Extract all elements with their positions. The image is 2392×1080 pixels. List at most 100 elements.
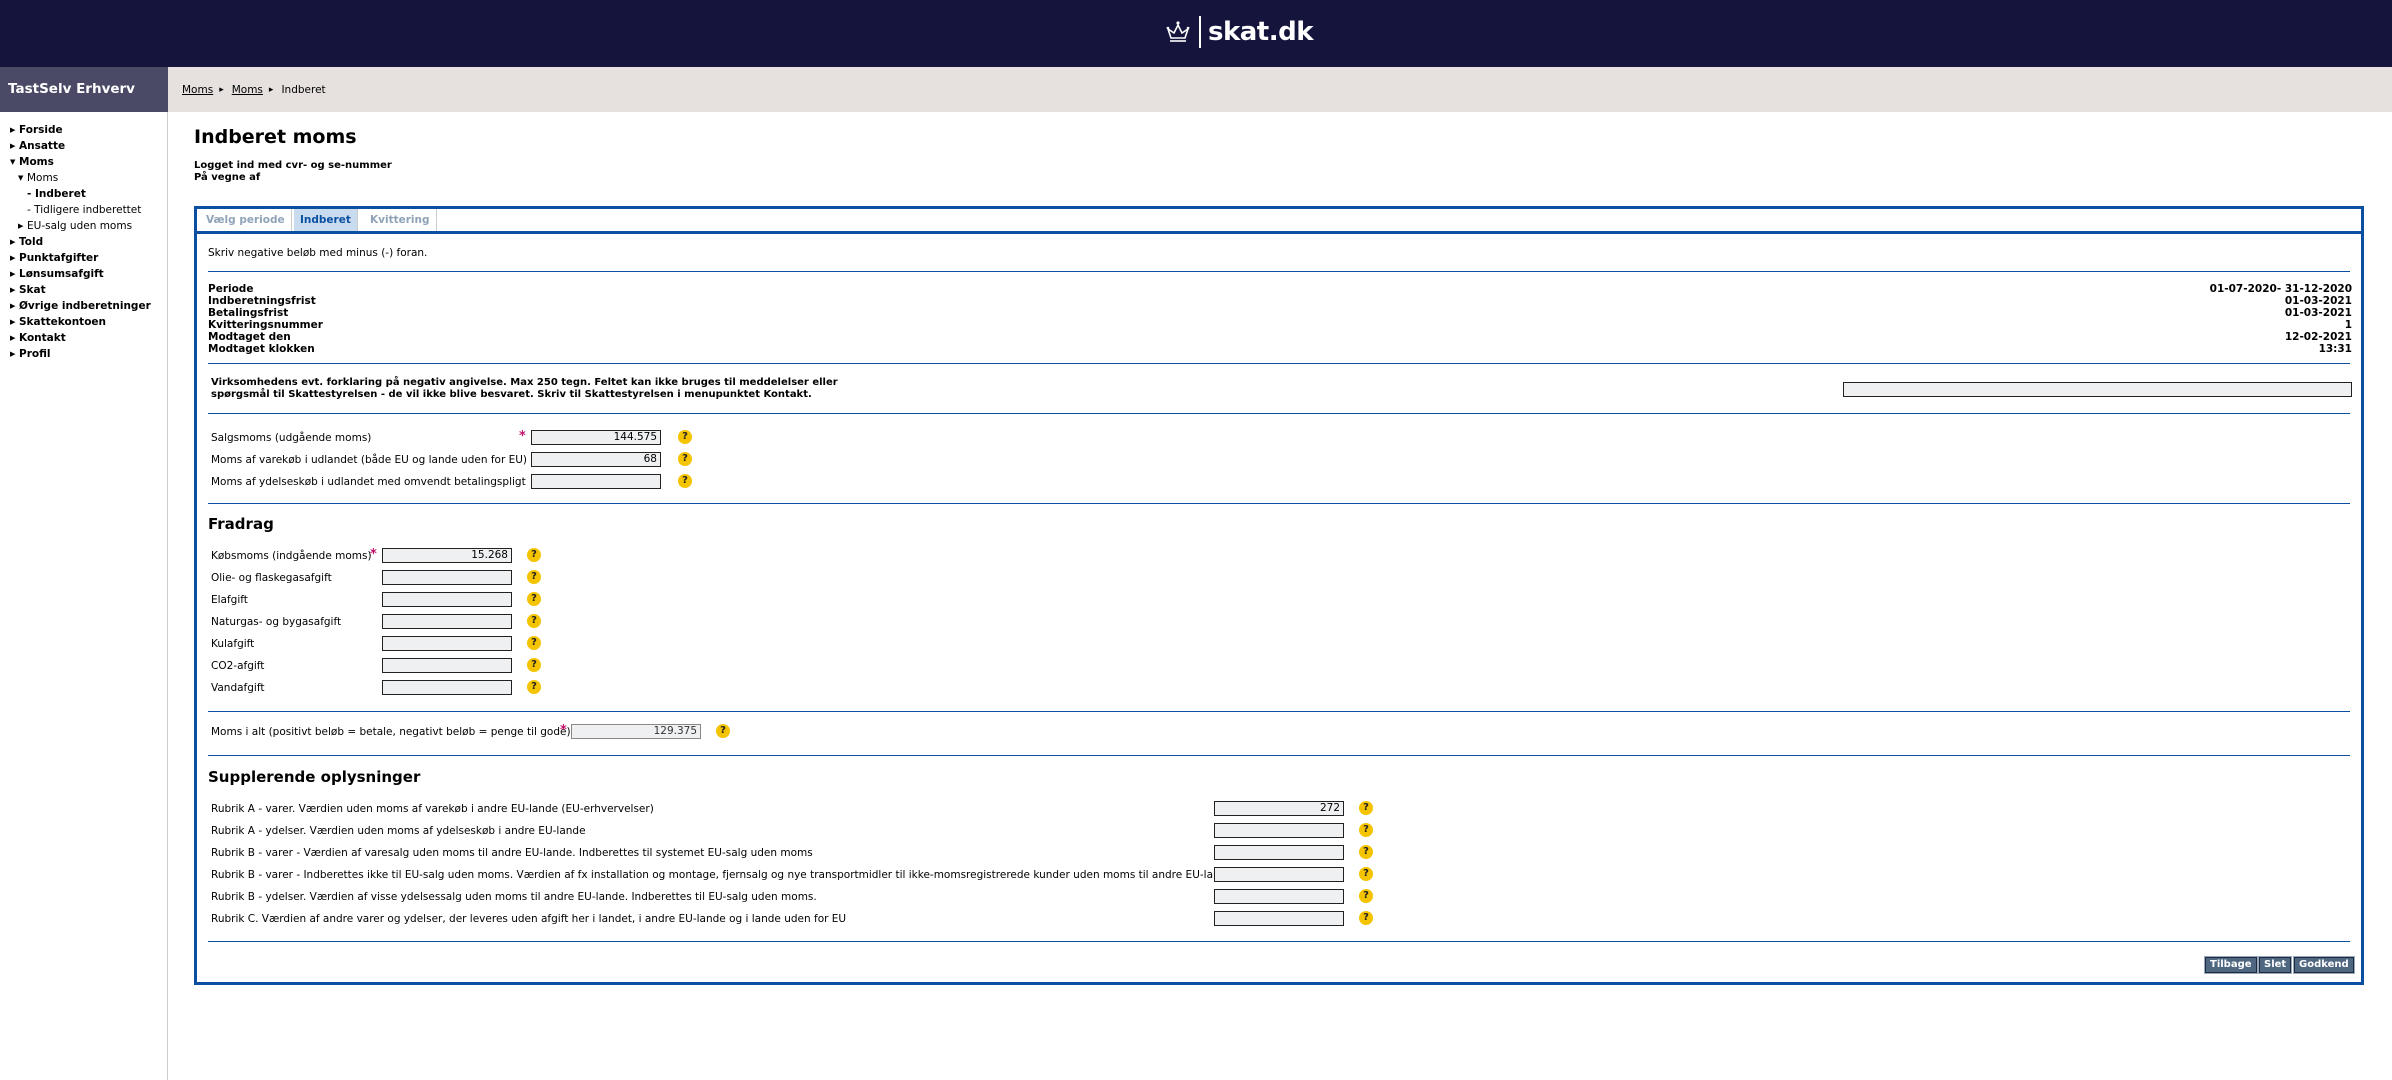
divider — [208, 271, 2350, 272]
divider — [208, 755, 2350, 756]
delete-button[interactable]: Slet — [2257, 956, 2293, 974]
field-label-moms-i-alt: Moms i alt (positivt beløb = betale, neg… — [211, 726, 571, 738]
info-value-betalingsfrist: 01-03-2021 — [2284, 307, 2352, 319]
help-icon[interactable]: ? — [1359, 889, 1373, 903]
caret-right-icon: ▶ — [10, 142, 16, 150]
rubrik-c-input[interactable] — [1214, 911, 1344, 926]
help-icon[interactable]: ? — [716, 724, 730, 738]
help-icon[interactable]: ? — [527, 636, 541, 650]
info-value-kvitteringsnummer: 1 — [2344, 319, 2352, 331]
divider — [208, 413, 2350, 414]
field-label-vandafgift: Vandafgift — [211, 682, 265, 694]
info-value-periode: 01-07-2020- 31-12-2020 — [2209, 283, 2352, 295]
sidebar-item-profil[interactable]: ▶ Profil — [10, 348, 50, 360]
explanation-input[interactable] — [1843, 382, 2352, 397]
negative-amount-hint: Skriv negative beløb med minus (-) foran… — [208, 247, 428, 259]
approve-button[interactable]: Godkend — [2293, 956, 2355, 974]
caret-right-icon: ▶ — [10, 350, 16, 358]
rubrik-b-varer-ikke-eu-input[interactable] — [1214, 867, 1344, 882]
required-marker-icon: * — [370, 547, 377, 562]
breadcrumb-link-moms-sub[interactable]: Moms — [232, 84, 263, 96]
help-icon[interactable]: ? — [1359, 823, 1373, 837]
divider — [208, 711, 2350, 712]
divider — [208, 941, 2350, 942]
breadcrumb-link-moms[interactable]: Moms — [182, 84, 213, 96]
rubrik-b-ydelser-input[interactable] — [1214, 889, 1344, 904]
sidebar-item-indberet[interactable]: - Indberet — [27, 188, 86, 200]
varekob-udland-input[interactable]: 68 — [531, 452, 661, 467]
behalf-info: På vegne af — [194, 172, 261, 183]
divider — [208, 503, 2350, 504]
info-label-modtaget-klokken: Modtaget klokken — [208, 343, 315, 355]
tab-kvittering[interactable]: Kvittering — [364, 209, 437, 231]
olie-flaskegas-input[interactable] — [382, 570, 512, 585]
sidebar-item-forside[interactable]: ▶ Forside — [10, 124, 63, 136]
help-icon[interactable]: ? — [678, 474, 692, 488]
caret-down-icon: ▼ — [10, 158, 16, 166]
kulafgift-input[interactable] — [382, 636, 512, 651]
help-icon[interactable]: ? — [527, 658, 541, 672]
explanation-text-line2: spørgsmål til Skattestyrelsen - de vil i… — [211, 389, 812, 400]
required-marker-icon: * — [560, 723, 567, 738]
tab-vaelg-periode[interactable]: Vælg periode — [200, 209, 292, 231]
field-label-rubrik-a-ydelser: Rubrik A - ydelser. Værdien uden moms af… — [211, 825, 586, 837]
info-value-indberetningsfrist: 01-03-2021 — [2284, 295, 2352, 307]
sidebar-item-skat[interactable]: ▶ Skat — [10, 284, 46, 296]
sidebar-item-told[interactable]: ▶ Told — [10, 236, 43, 248]
rubrik-a-varer-input[interactable]: 272 — [1214, 801, 1344, 816]
sidebar-title[interactable]: TastSelv Erhverv — [0, 67, 168, 112]
help-icon[interactable]: ? — [678, 430, 692, 444]
help-icon[interactable]: ? — [678, 452, 692, 466]
sidebar-item-eu-salg[interactable]: ▶ EU-salg uden moms — [18, 220, 132, 232]
breadcrumb-bar: Moms ▸ Moms ▸ Indberet — [168, 67, 2392, 112]
rubrik-a-ydelser-input[interactable] — [1214, 823, 1344, 838]
info-label-indberetningsfrist: Indberetningsfrist — [208, 295, 316, 307]
field-label-rubrik-c: Rubrik C. Værdien af andre varer og ydel… — [211, 913, 847, 925]
rubrik-b-varer-eu-input[interactable] — [1214, 845, 1344, 860]
page-title: Indberet moms — [194, 126, 357, 148]
sidebar-item-tidligere[interactable]: - Tidligere indberettet — [27, 204, 141, 216]
help-icon[interactable]: ? — [527, 592, 541, 606]
vandafgift-input[interactable] — [382, 680, 512, 695]
info-label-periode: Periode — [208, 283, 254, 295]
salgsmoms-input[interactable]: 144.575 — [531, 430, 661, 445]
help-icon[interactable]: ? — [1359, 911, 1373, 925]
help-icon[interactable]: ? — [1359, 801, 1373, 815]
sidebar-nav: ▶ Forside ▶ Ansatte ▼ Moms ▼ Moms - Indberet… — [0, 112, 168, 1080]
field-label-varekob-udland: Moms af varekøb i udlandet (både EU og l… — [211, 454, 528, 466]
breadcrumb-current: Indberet — [281, 84, 326, 96]
ydelseskob-udland-input[interactable] — [531, 474, 661, 489]
help-icon[interactable]: ? — [1359, 845, 1373, 859]
sidebar-item-ovrige[interactable]: ▶ Øvrige indberetninger — [10, 300, 151, 312]
sidebar-item-moms[interactable]: ▼ Moms — [10, 156, 54, 168]
field-label-olie-flaskegas: Olie- og flaskegasafgift — [211, 572, 332, 584]
field-label-ydelseskob-udland: Moms af ydelseskøb i udlandet med omvend… — [211, 476, 526, 488]
sidebar-item-ansatte[interactable]: ▶ Ansatte — [10, 140, 65, 152]
field-label-elafgift: Elafgift — [211, 594, 248, 606]
back-button[interactable]: Tilbage — [2204, 956, 2258, 974]
kobsmoms-input[interactable]: 15.268 — [382, 548, 512, 563]
crown-icon — [1166, 21, 1190, 42]
sidebar-item-kontakt[interactable]: ▶ Kontakt — [10, 332, 66, 344]
tab-indberet[interactable]: Indberet — [294, 209, 358, 231]
field-label-kulafgift: Kulafgift — [211, 638, 255, 650]
divider — [208, 363, 2350, 364]
help-icon[interactable]: ? — [527, 548, 541, 562]
info-label-kvitteringsnummer: Kvitteringsnummer — [208, 319, 323, 331]
breadcrumb-separator-icon: ▸ — [219, 85, 224, 95]
help-icon[interactable]: ? — [527, 614, 541, 628]
sidebar-item-skattekontoen[interactable]: ▶ Skattekontoen — [10, 316, 106, 328]
sidebar-item-lonsumsafgift[interactable]: ▶ Lønsumsafgift — [10, 268, 104, 280]
caret-down-icon: ▼ — [18, 174, 24, 182]
help-icon[interactable]: ? — [527, 680, 541, 694]
help-icon[interactable]: ? — [1359, 867, 1373, 881]
help-icon[interactable]: ? — [527, 570, 541, 584]
field-label-rubrik-b-varer-ikke-eu: Rubrik B - varer - Indberettes ikke til … — [211, 869, 1233, 881]
sidebar-item-moms-sub[interactable]: ▼ Moms — [18, 172, 58, 184]
naturgas-input[interactable] — [382, 614, 512, 629]
co2-input[interactable] — [382, 658, 512, 673]
skat-logo[interactable]: skat.dk — [1165, 15, 1314, 49]
elafgift-input[interactable] — [382, 592, 512, 607]
field-label-salgsmoms: Salgsmoms (udgående moms) — [211, 432, 372, 444]
sidebar-item-punktafgifter[interactable]: ▶ Punktafgifter — [10, 252, 98, 264]
